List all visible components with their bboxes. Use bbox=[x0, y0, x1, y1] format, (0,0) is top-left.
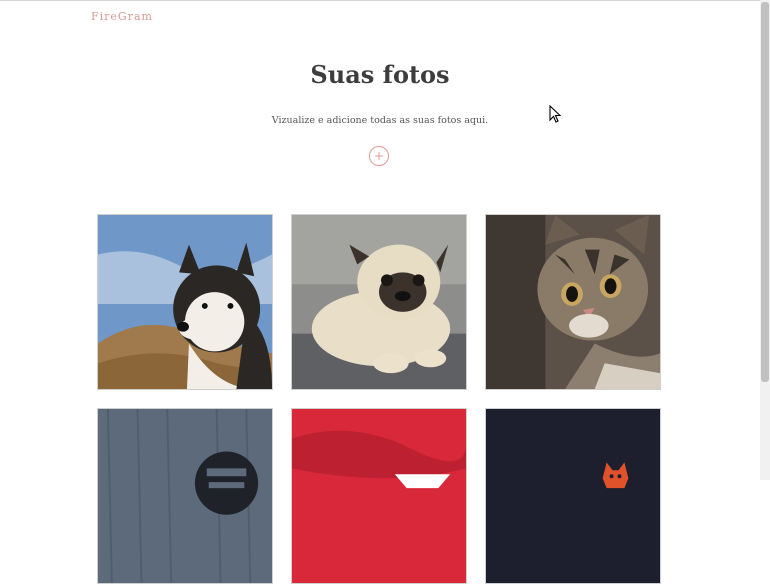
scrollbar-thumb[interactable] bbox=[761, 2, 769, 382]
add-photo-button[interactable]: + bbox=[369, 146, 389, 166]
vertical-scrollbar[interactable] bbox=[760, 0, 770, 480]
plus-icon: + bbox=[373, 149, 385, 163]
photo-card-dark-logo[interactable] bbox=[97, 408, 273, 584]
dark-logo-photo bbox=[98, 409, 272, 583]
photo-card-husky[interactable] bbox=[97, 214, 273, 390]
page-title: Suas fotos bbox=[310, 60, 450, 89]
photo-card-cat[interactable] bbox=[485, 214, 661, 390]
husky-photo bbox=[98, 215, 272, 389]
fox-logo-photo bbox=[486, 409, 660, 583]
mouse-cursor-icon bbox=[549, 105, 562, 123]
red-logo-photo bbox=[292, 409, 466, 583]
brand-logo[interactable]: FireGram bbox=[91, 10, 153, 23]
pug-photo bbox=[292, 215, 466, 389]
page-subtitle: Vizualize e adicione todas as suas fotos… bbox=[271, 115, 489, 126]
photo-card-fox-logo[interactable] bbox=[485, 408, 661, 584]
top-border bbox=[0, 0, 760, 1]
cat-photo bbox=[486, 215, 660, 389]
photo-card-pug[interactable] bbox=[291, 214, 467, 390]
photo-card-red-logo[interactable] bbox=[291, 408, 467, 584]
